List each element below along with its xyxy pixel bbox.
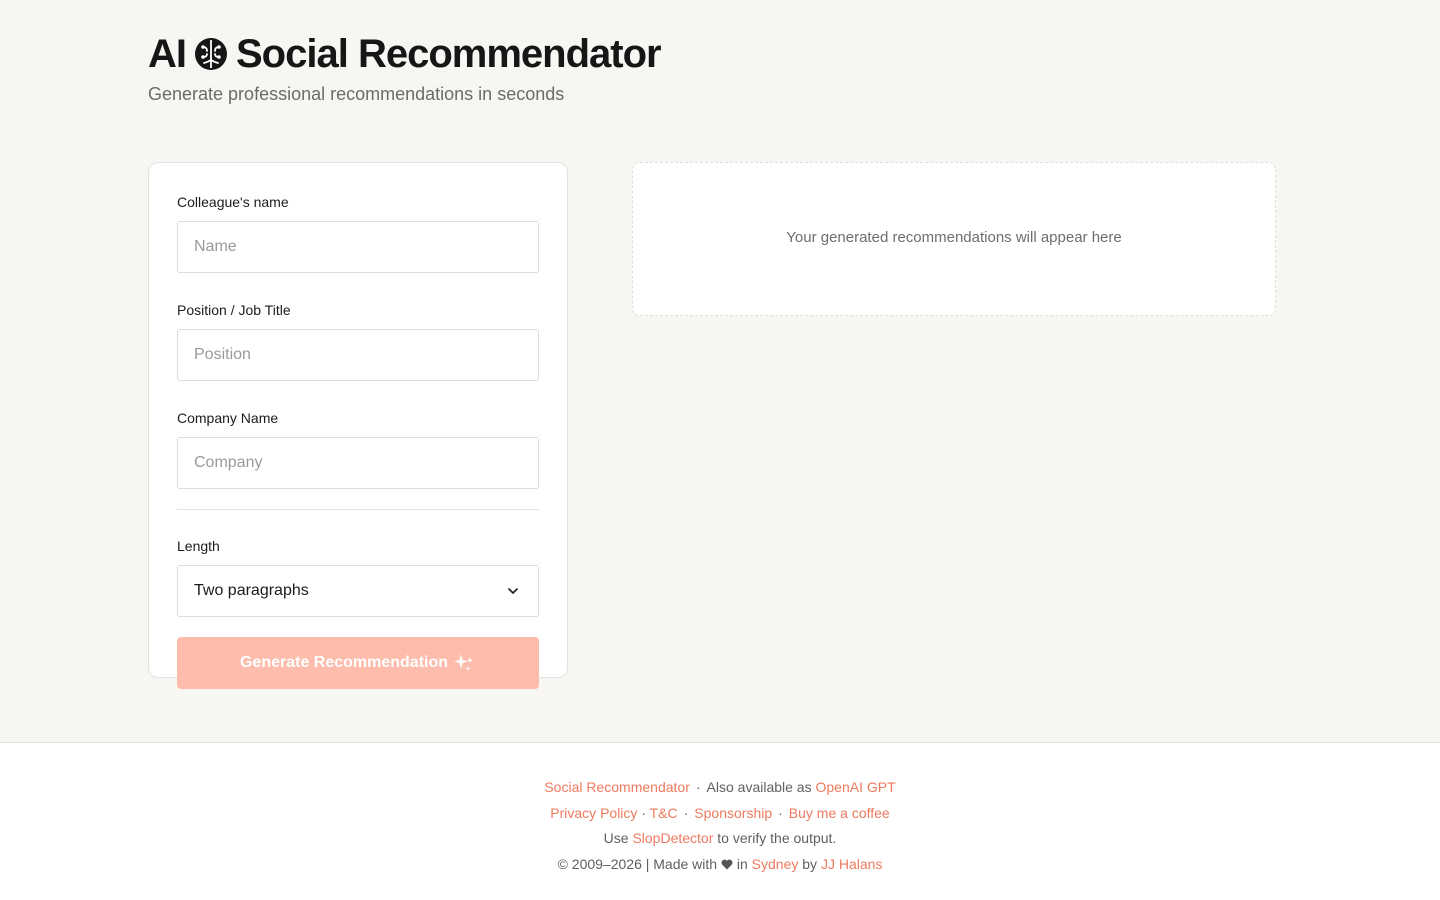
tnc-link[interactable]: T&C — [650, 805, 678, 821]
recommendation-form: Colleague's name Position / Job Title Co… — [148, 162, 568, 689]
buy-me-a-coffee-link[interactable]: Buy me a coffee — [789, 805, 890, 821]
heart-icon — [721, 853, 733, 869]
page-header: AI Social Recommendator Generate profess… — [148, 30, 662, 105]
position-input[interactable] — [177, 329, 539, 381]
page-footer: Social Recommendator · Also available as O… — [0, 742, 1440, 900]
company-label: Company Name — [177, 410, 279, 426]
title-ai: AI — [148, 32, 187, 76]
generate-recommendation-button[interactable]: Generate Recommendation — [177, 637, 539, 689]
name-input[interactable] — [177, 221, 539, 273]
footer-dot: · — [778, 804, 783, 821]
sponsorship-link[interactable]: Sponsorship — [694, 805, 772, 821]
footer-line-2: Privacy Policy · T&C · Sponsorship · Buy me … — [0, 801, 1440, 827]
output-panel: Your generated recommendations will appe… — [632, 162, 1276, 316]
sydney-link[interactable]: Sydney — [752, 856, 799, 872]
copyright-text: © 2009–2026 | Made with — [557, 855, 718, 872]
output-placeholder: Your generated recommendations will appe… — [786, 228, 1122, 246]
use-text: Use — [603, 830, 629, 846]
page-title: AI Social Recommendator — [148, 30, 662, 78]
privacy-policy-link[interactable]: Privacy Policy — [550, 805, 637, 821]
length-selected-value: Two paragraphs — [194, 582, 309, 599]
length-select[interactable]: Two paragraphs — [177, 565, 539, 617]
length-label: Length — [177, 538, 220, 554]
verify-text: to verify the output. — [717, 830, 837, 846]
footer-line-1: Social Recommendator · Also available as O… — [0, 775, 1440, 801]
title-text: Social Recommendator — [236, 32, 662, 76]
footer-line-3: Use SlopDetector to verify the output. — [0, 826, 1440, 852]
generate-button-label: Generate Recommendation — [239, 654, 449, 671]
form-divider — [177, 509, 539, 510]
footer-sep: · — [695, 779, 701, 795]
brain-icon — [192, 35, 230, 73]
social-recommendator-link[interactable]: Social Recommendator — [544, 779, 690, 795]
footer-dot: · — [641, 804, 646, 821]
by-text: by — [802, 855, 818, 872]
position-label: Position / Job Title — [177, 302, 291, 318]
footer-line-4: © 2009–2026 | Made with in Sydney by JJ … — [0, 852, 1440, 878]
slopdetector-link[interactable]: SlopDetector — [632, 830, 713, 846]
openai-gpt-link[interactable]: OpenAI GPT — [815, 779, 895, 795]
name-label: Colleague's name — [177, 194, 289, 210]
also-available-text: Also available as — [706, 779, 812, 795]
company-input[interactable] — [177, 437, 539, 489]
in-text: in — [736, 855, 748, 872]
page-subtitle: Generate professional recommendations in… — [148, 84, 565, 104]
footer-dot: · — [683, 804, 689, 821]
chevron-down-icon — [506, 584, 520, 598]
author-link[interactable]: JJ Halans — [821, 856, 882, 872]
sparkles-icon — [452, 652, 476, 674]
